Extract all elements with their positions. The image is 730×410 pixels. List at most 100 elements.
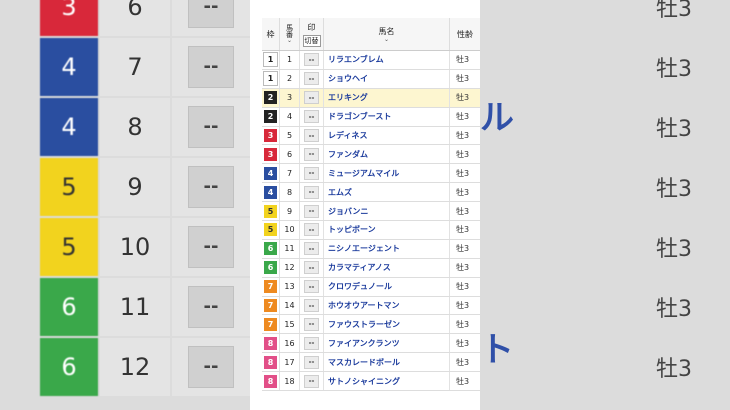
mark-select-button[interactable]: -- xyxy=(304,280,319,294)
mark-select-button[interactable]: -- xyxy=(304,317,319,331)
horse-name-link[interactable]: サトノシャイニング xyxy=(324,372,450,391)
waku-cell: 1 xyxy=(262,51,280,69)
mark-select-button[interactable]: -- xyxy=(304,129,319,142)
horse-name-link[interactable]: ホウオウアートマン xyxy=(324,296,450,315)
table-row[interactable]: 2 3 -- エリキング 牡3 xyxy=(262,88,480,108)
mark-select-button[interactable]: -- xyxy=(304,185,319,199)
sort-chevron-icon[interactable]: ⌄ xyxy=(384,36,389,43)
sex-age-cell: 牡3 xyxy=(456,282,470,292)
table-row[interactable]: 4 8 -- エムズ 牡3 xyxy=(262,183,480,203)
mark-cell: -- xyxy=(300,277,324,296)
mark-select-button[interactable]: -- xyxy=(304,299,319,313)
horse-name-link[interactable]: トッピボーン xyxy=(324,221,450,239)
mark-select-button[interactable]: -- xyxy=(304,166,319,180)
table-row[interactable]: 6 12 -- カラマティアノス 牡3 xyxy=(262,258,480,278)
horse-name-link[interactable]: ドラゴンブースト xyxy=(324,107,450,126)
horse-name-link[interactable]: ショウヘイ xyxy=(324,69,450,88)
mark-select-button[interactable]: -- xyxy=(304,53,319,67)
table-row[interactable]: 5 9 -- ジョバンニ 牡3 xyxy=(262,202,480,222)
mark-select-button[interactable]: -- xyxy=(304,91,319,105)
horse-name-link[interactable]: ジョバンニ xyxy=(324,202,450,221)
horse-name-link[interactable]: エリキング xyxy=(324,88,450,107)
sex-age-cell: 牡3 xyxy=(456,55,470,65)
mark-cell: -- xyxy=(300,69,324,88)
mark-select-button[interactable]: -- xyxy=(304,336,319,350)
horse-name-link[interactable]: クロワデュノール xyxy=(324,277,450,296)
background-sex-age: 牡3 xyxy=(656,57,692,82)
horse-name-link[interactable]: レディネス xyxy=(324,126,450,145)
mark-cell: -- xyxy=(300,202,324,221)
waku-cell: 3 xyxy=(262,145,280,164)
header-mark: 印 切替 xyxy=(300,18,324,50)
mark-select-button[interactable]: -- xyxy=(304,242,319,256)
background-row: 6 12 -- xyxy=(0,338,250,396)
background-waku: 4 xyxy=(40,98,98,156)
table-row[interactable]: 1 2 -- ショウヘイ 牡3 xyxy=(262,69,480,89)
background-row: 牡3 xyxy=(480,38,730,96)
horse-name-link[interactable]: ミュージアムマイル xyxy=(324,164,450,183)
table-row[interactable]: 8 17 -- マスカレードボール 牡3 xyxy=(262,353,480,373)
table-row[interactable]: 8 18 -- サトノシャイニング 牡3 xyxy=(262,372,480,392)
waku-badge: 6 xyxy=(264,242,277,256)
sex-age-cell: 牡3 xyxy=(456,131,470,140)
waku-cell: 8 xyxy=(262,334,280,353)
background-mark: -- xyxy=(172,98,250,156)
horse-name-link[interactable]: ファイアンクランツ xyxy=(324,334,450,353)
background-waku: 5 xyxy=(40,218,98,276)
horse-name-link[interactable]: ニシノエージェント xyxy=(324,239,450,258)
waku-badge: 7 xyxy=(264,280,277,294)
table-row[interactable]: 8 16 -- ファイアンクランツ 牡3 xyxy=(262,334,480,354)
header-umaban[interactable]: 馬番 ⌄ xyxy=(280,18,300,50)
table-header: 枠 馬番 ⌄ 印 切替 馬名 ⌄ 性齢 xyxy=(262,18,480,51)
sex-age-cell: 牡3 xyxy=(456,225,470,235)
horse-name-link[interactable]: カラマティアノス xyxy=(324,258,450,277)
waku-badge: 4 xyxy=(264,185,277,199)
mark-select-button[interactable]: -- xyxy=(304,204,319,218)
horse-name-link[interactable]: リラエンブレム xyxy=(324,51,450,69)
table-row[interactable]: 1 1 -- リラエンブレム 牡3 xyxy=(262,51,480,70)
background-waku: 4 xyxy=(40,38,98,96)
background-sex-age: 牡3 xyxy=(656,117,692,142)
background-sex-age: 牡3 xyxy=(656,237,692,262)
header-horse-name[interactable]: 馬名 ⌄ xyxy=(324,18,450,50)
mark-select-button[interactable]: -- xyxy=(304,147,319,161)
sort-chevron-icon[interactable]: ⌄ xyxy=(287,38,292,44)
table-row[interactable]: 7 13 -- クロワデュノール 牡3 xyxy=(262,277,480,297)
background-mark: -- xyxy=(172,0,250,36)
horse-name-link[interactable]: マスカレードボール xyxy=(324,353,450,372)
waku-badge: 8 xyxy=(264,374,277,388)
table-row[interactable]: 3 5 -- レディネス 牡3 xyxy=(262,126,480,146)
table-row[interactable]: 7 14 -- ホウオウアートマン 牡3 xyxy=(262,296,480,316)
umaban-cell: 13 xyxy=(280,277,300,296)
mark-select-button[interactable]: -- xyxy=(304,223,319,237)
horse-name-link[interactable]: エムズ xyxy=(324,183,450,202)
umaban-cell: 15 xyxy=(280,315,300,334)
mark-select-button[interactable]: -- xyxy=(304,374,319,388)
table-row[interactable]: 3 6 -- ファンダム 牡3 xyxy=(262,145,480,165)
background-umaban: 7 xyxy=(100,38,170,96)
background-sex-age: 牡3 xyxy=(656,297,692,322)
table-row[interactable]: 2 4 -- ドラゴンブースト 牡3 xyxy=(262,107,480,127)
waku-badge: 8 xyxy=(264,355,277,369)
mark-select-button[interactable]: -- xyxy=(304,72,319,86)
background-glyph: ト xyxy=(480,330,514,370)
mark-select-button[interactable]: -- xyxy=(304,110,319,124)
background-umaban: 12 xyxy=(100,338,170,396)
sex-age-cell: 牡3 xyxy=(456,357,470,367)
table-row[interactable]: 4 7 -- ミュージアムマイル 牡3 xyxy=(262,164,480,184)
background-mark: -- xyxy=(172,338,250,396)
table-row[interactable]: 5 10 -- トッピボーン 牡3 xyxy=(262,221,480,240)
table-row[interactable]: 6 11 -- ニシノエージェント 牡3 xyxy=(262,239,480,259)
waku-cell: 8 xyxy=(262,372,280,391)
background-glyph: ル xyxy=(480,98,514,138)
table-row[interactable]: 7 15 -- ファウストラーゼン 牡3 xyxy=(262,315,480,335)
background-sex-age: 牡3 xyxy=(656,357,692,382)
waku-badge: 6 xyxy=(264,261,277,275)
mark-select-button[interactable]: -- xyxy=(304,355,319,369)
horse-name-link[interactable]: ファウストラーゼン xyxy=(324,315,450,334)
umaban-cell: 16 xyxy=(280,334,300,353)
mark-toggle-button[interactable]: 切替 xyxy=(302,34,321,47)
mark-select-button[interactable]: -- xyxy=(304,261,319,275)
horse-name-link[interactable]: ファンダム xyxy=(324,145,450,164)
umaban-cell: 7 xyxy=(280,164,300,183)
